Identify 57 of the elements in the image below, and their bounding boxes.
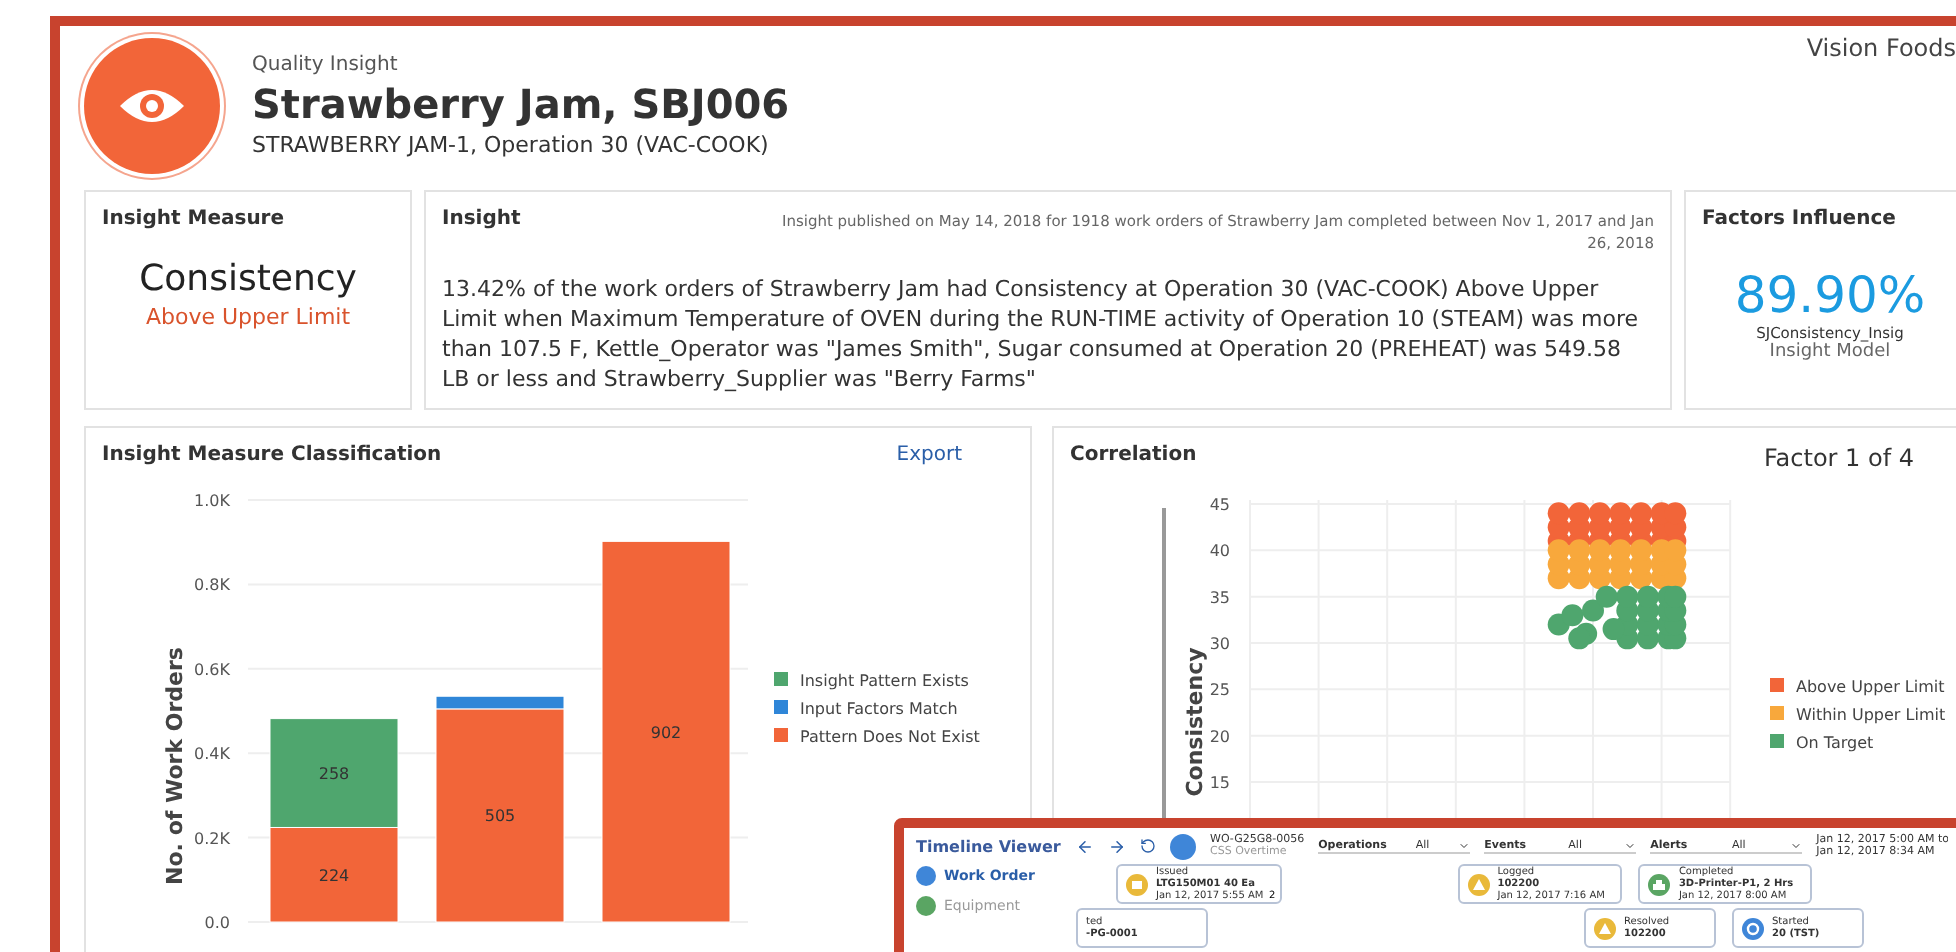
axis-tick-label: 35: [1209, 588, 1230, 607]
eyebrow-label: Quality Insight: [252, 54, 400, 76]
measure-status: Above Upper Limit: [145, 304, 351, 330]
axis-tick-label: 25: [1209, 681, 1230, 700]
influence-value: 89.90%: [1734, 266, 1926, 324]
box-icon: [1126, 873, 1148, 895]
value-label: 258: [318, 765, 350, 784]
legend-label: Within Upper Limit: [1796, 706, 1946, 724]
chevron-down-icon: [1458, 839, 1471, 851]
axis-tick-label: 30: [1209, 635, 1230, 653]
axis-tick-label: 15: [1209, 774, 1230, 793]
axis-tick-label: 20: [1209, 727, 1230, 746]
page-title: Strawberry Jam, SBJ006: [252, 80, 790, 128]
legend-label: Above Upper Limit: [1796, 678, 1945, 696]
legend-label: Pattern Does Not Exist: [800, 728, 980, 746]
forward-button[interactable]: [1108, 837, 1126, 855]
model-type: Insight Model: [1769, 342, 1891, 362]
axis-tick-label: 45: [1209, 496, 1230, 514]
chevron-down-icon: [1624, 839, 1637, 851]
value-label: 902: [650, 723, 682, 742]
back-button[interactable]: [1076, 837, 1094, 855]
chevron-down-icon: [1790, 839, 1803, 851]
refresh-button[interactable]: [1140, 838, 1156, 854]
bar-segment: [269, 826, 399, 923]
warning-icon: [1467, 873, 1490, 895]
axis-tick-label: 0.4K: [194, 745, 230, 764]
axis-tick-label: 40: [1209, 542, 1230, 561]
legend-label: On Target: [1796, 734, 1874, 752]
axis-title: Consistency: [1182, 647, 1208, 797]
axis-title: No. of Work Orders: [162, 647, 188, 885]
value-label: 224: [318, 866, 350, 885]
gear-icon: [1742, 917, 1764, 939]
warning-icon: [1594, 917, 1616, 939]
work-order-icon: [1170, 833, 1196, 859]
insight-text: 13.42% of the work orders of Strawberry Jam had Consistency at Operation 30 (VAC-COOK) Above Upper Limit when Maximum Temperature of OVEN during the RUN-TIME activity of Operation 10 (STEAM) was more than 107.5 F, Kettle_Operator was "James Smith", Sugar consumed at Operation 20 (PREHEAT) was 549.58 LB or less and Strawberry_Supplier was "Berry Farms": [442, 274, 1641, 394]
axis-tick-label: 0.8K: [194, 576, 230, 595]
card-title: Insight: [442, 208, 521, 230]
legend-label: Insight Pattern Exists: [800, 672, 969, 690]
card-title: Correlation: [1070, 444, 1197, 466]
company-name: Vision Foods: [1806, 34, 1956, 62]
page-subtitle: STRAWBERRY JAM-1, Operation 30 (VAC-COOK): [252, 132, 771, 158]
card-title: Factors Influence: [1702, 208, 1896, 230]
export-link[interactable]: Export: [896, 444, 962, 466]
bar-segment: [269, 718, 399, 828]
timeline-title: Timeline Viewer: [916, 838, 1063, 856]
card-title: Insight Measure Classification: [102, 444, 442, 466]
card-title: Insight Measure: [102, 208, 285, 230]
legend-label: Input Factors Match: [800, 700, 958, 718]
value-label: 505: [484, 807, 516, 826]
axis-tick-label: 1.0K: [194, 492, 230, 510]
axis-tick-label: 0.2K: [194, 829, 230, 848]
factor-counter: Factor 1 of 4: [1763, 444, 1914, 472]
measure-name: Consistency: [139, 258, 357, 300]
eye-icon: [118, 86, 186, 126]
machine-icon: [1648, 873, 1671, 895]
axis-tick-label: 0.6K: [194, 660, 230, 679]
axis-tick-label: 0.0: [204, 914, 230, 932]
